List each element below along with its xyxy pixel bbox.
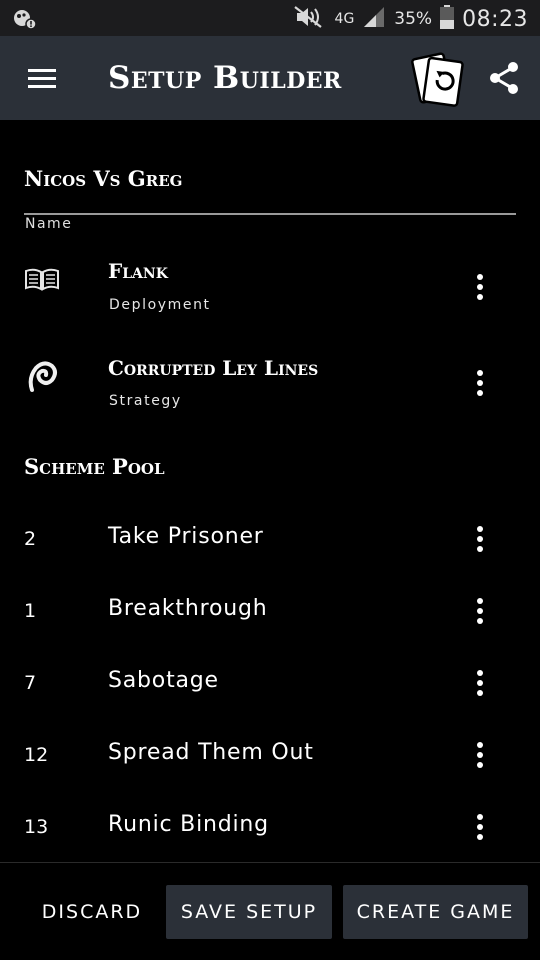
setup-item-title: Flank xyxy=(108,259,168,283)
scheme-name: Breakthrough xyxy=(108,596,268,621)
setup-item-subtitle: Deployment xyxy=(109,297,211,313)
more-options-icon[interactable] xyxy=(466,269,494,305)
setup-item-strategy[interactable]: Corrupted Ley Lines Strategy xyxy=(0,338,540,428)
app-bar: Setup Builder xyxy=(0,36,540,120)
name-field-underline xyxy=(24,213,516,215)
name-field-label: Name xyxy=(25,216,73,232)
scheme-name: Sabotage xyxy=(108,668,219,693)
more-options-icon[interactable] xyxy=(466,809,494,845)
status-icons: 4G 35% 08:23 xyxy=(291,4,528,34)
setup-item-title: Corrupted Ley Lines xyxy=(108,356,319,380)
scheme-number: 13 xyxy=(24,816,49,838)
scheme-number: 1 xyxy=(24,600,37,622)
bottom-action-bar: Discard Save Setup Create Game xyxy=(0,862,540,960)
more-options-icon[interactable] xyxy=(466,737,494,773)
scheme-item[interactable]: 2 Take Prisoner xyxy=(0,509,540,569)
scheme-number: 12 xyxy=(24,744,49,766)
swirl-icon xyxy=(24,358,60,394)
more-options-icon[interactable] xyxy=(466,521,494,557)
scheme-item[interactable]: 13 Runic Binding xyxy=(0,797,540,857)
scheme-name: Spread Them Out xyxy=(108,740,314,765)
notification-icon xyxy=(12,8,38,30)
more-options-icon[interactable] xyxy=(466,365,494,401)
save-setup-button[interactable]: Save Setup xyxy=(166,885,332,939)
scheme-item[interactable]: 1 Breakthrough xyxy=(0,581,540,641)
battery-percent: 35% xyxy=(394,9,433,29)
network-type: 4G xyxy=(334,11,355,27)
more-options-icon[interactable] xyxy=(466,593,494,629)
signal-icon xyxy=(362,5,386,33)
scheme-name: Take Prisoner xyxy=(108,524,264,549)
cards-undo-icon[interactable] xyxy=(410,50,468,108)
scheme-item[interactable]: 12 Spread Them Out xyxy=(0,725,540,785)
scheme-item[interactable]: 7 Sabotage xyxy=(0,653,540,713)
setup-item-deployment[interactable]: Flank Deployment xyxy=(0,243,540,333)
battery-icon xyxy=(440,5,455,33)
menu-icon[interactable] xyxy=(26,63,58,93)
setup-item-subtitle: Strategy xyxy=(109,393,182,409)
status-bar: 4G 35% 08:23 xyxy=(0,0,540,36)
scheme-name: Runic Binding xyxy=(108,812,269,837)
create-game-button[interactable]: Create Game xyxy=(343,885,528,939)
clock: 08:23 xyxy=(462,6,528,32)
discard-button[interactable]: Discard xyxy=(28,885,156,939)
more-options-icon[interactable] xyxy=(466,665,494,701)
scheme-number: 2 xyxy=(24,528,37,550)
share-icon[interactable] xyxy=(486,60,522,96)
page-title: Setup Builder xyxy=(108,60,342,96)
mute-icon xyxy=(291,4,327,34)
name-field[interactable]: Name xyxy=(24,162,516,232)
scheme-number: 7 xyxy=(24,672,37,694)
book-icon xyxy=(24,261,60,297)
scheme-pool-header: Scheme Pool xyxy=(24,454,165,479)
